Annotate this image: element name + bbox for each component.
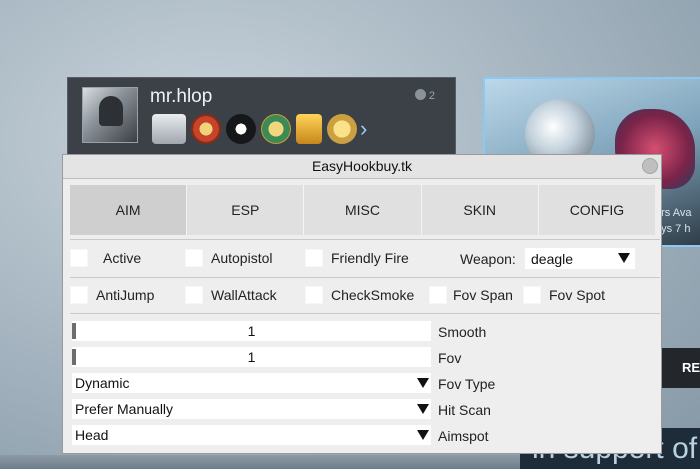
- fov-label: Fov: [438, 350, 462, 366]
- fov-spot-label: Fov Spot: [549, 287, 606, 303]
- tab-skin[interactable]: SKIN: [421, 185, 539, 235]
- fov-span-checkbox[interactable]: [429, 286, 447, 304]
- gold-coin-icon[interactable]: [327, 114, 357, 144]
- hit-scan-label: Hit Scan: [438, 402, 491, 418]
- active-checkbox[interactable]: [70, 249, 88, 267]
- coin-orange-icon[interactable]: [191, 114, 221, 144]
- weapon-label-wrap: Weapon:: [460, 248, 516, 270]
- medal-row: ›: [152, 114, 367, 144]
- aimspot-label: Aimspot: [438, 428, 489, 444]
- fov-spot-option: Fov Spot: [523, 284, 605, 306]
- friendly-fire-option: Friendly Fire: [305, 247, 409, 269]
- tab-esp[interactable]: ESP: [187, 185, 305, 235]
- friends-icon: [414, 89, 426, 100]
- bottom-bar: [0, 455, 520, 469]
- aimspot-arrow-icon[interactable]: [417, 430, 429, 440]
- operation-coin-icon[interactable]: [261, 114, 291, 144]
- aimspot-value: Head: [75, 427, 109, 443]
- fov-span-option: Fov Span: [429, 284, 513, 306]
- weapon-select-value: deagle: [531, 251, 574, 267]
- weapon-dropdown-arrow-icon[interactable]: [618, 253, 630, 263]
- gold-badge-icon[interactable]: [296, 114, 322, 144]
- divider: [70, 277, 660, 278]
- avatar[interactable]: [82, 87, 138, 143]
- side-banner[interactable]: RE: [662, 348, 700, 388]
- fov-slider[interactable]: 1: [72, 347, 431, 367]
- tab-aim[interactable]: AIM: [70, 185, 188, 235]
- tab-misc[interactable]: MISC: [304, 185, 422, 235]
- profile-username[interactable]: mr.hlop: [150, 86, 212, 108]
- divider: [70, 313, 660, 314]
- menu-title[interactable]: EasyHookbuy.tk: [63, 155, 661, 179]
- checksmoke-label: CheckSmoke: [331, 287, 415, 303]
- eagle-coin-icon[interactable]: [226, 114, 256, 144]
- wallattack-option: WallAttack: [185, 284, 277, 306]
- tab-bar: AIM ESP MISC SKIN CONFIG: [70, 185, 656, 235]
- friends-count: 2: [428, 90, 435, 102]
- smooth-value: 1: [247, 323, 256, 339]
- fov-type-arrow-icon[interactable]: [417, 378, 429, 388]
- fov-type-dropdown[interactable]: Dynamic: [72, 373, 431, 393]
- hit-scan-arrow-icon[interactable]: [417, 404, 429, 414]
- checksmoke-checkbox[interactable]: [305, 286, 323, 304]
- chevron-right-icon[interactable]: ›: [360, 114, 367, 144]
- fov-type-label: Fov Type: [438, 376, 496, 392]
- wallattack-label: WallAttack: [211, 287, 277, 303]
- fov-spot-checkbox[interactable]: [523, 286, 541, 304]
- friends-counter[interactable]: 2: [414, 89, 435, 102]
- friendly-fire-label: Friendly Fire: [331, 250, 409, 266]
- tab-config[interactable]: CONFIG: [538, 185, 656, 235]
- weapon-label: Weapon:: [460, 251, 516, 267]
- checksmoke-option: CheckSmoke: [305, 284, 414, 306]
- service-medal-icon[interactable]: [152, 114, 186, 144]
- smooth-slider[interactable]: 1: [72, 321, 431, 341]
- hit-scan-dropdown[interactable]: Prefer Manually: [72, 399, 431, 419]
- friendly-fire-checkbox[interactable]: [305, 249, 323, 267]
- antijump-label: AntiJump: [96, 287, 155, 303]
- autopistol-option: Autopistol: [185, 247, 272, 269]
- smooth-label: Smooth: [438, 324, 487, 340]
- close-button[interactable]: [642, 158, 658, 174]
- autopistol-checkbox[interactable]: [185, 249, 203, 267]
- antijump-option: AntiJump: [70, 284, 154, 306]
- autopistol-label: Autopistol: [211, 250, 273, 266]
- fov-span-label: Fov Span: [453, 287, 513, 303]
- fov-type-value: Dynamic: [75, 375, 130, 391]
- antijump-checkbox[interactable]: [70, 286, 88, 304]
- active-label: Active: [103, 250, 142, 266]
- active-option: Active: [70, 247, 141, 269]
- menu-window: EasyHookbuy.tk AIM ESP MISC SKIN CONFIG …: [62, 154, 662, 454]
- divider: [70, 239, 660, 240]
- wallattack-checkbox[interactable]: [185, 286, 203, 304]
- aimspot-dropdown[interactable]: Head: [72, 425, 431, 445]
- fov-value: 1: [247, 349, 256, 365]
- hit-scan-value: Prefer Manually: [75, 401, 174, 417]
